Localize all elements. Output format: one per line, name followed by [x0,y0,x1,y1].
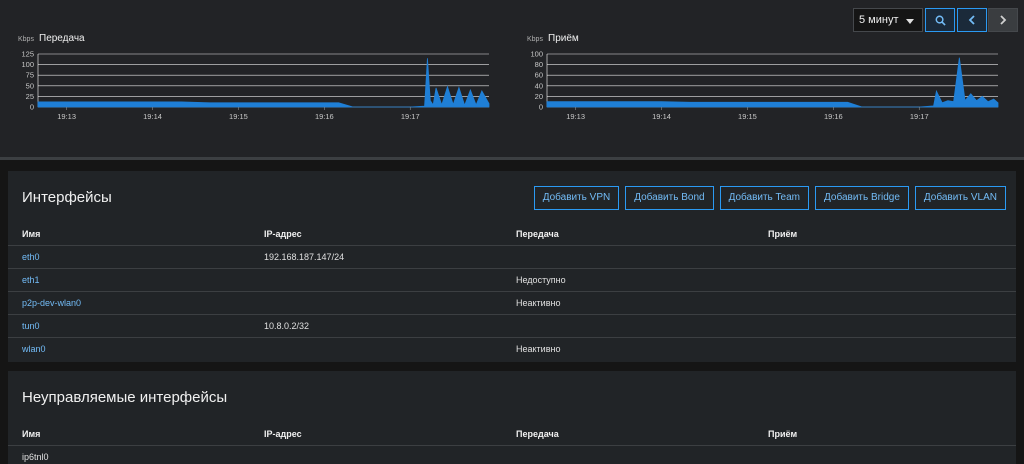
tx-chart: 125100 7550 25 0 19:13 19:14 19:15 19:16 19:17 [21,50,490,121]
x-tick-label: 19:13 [57,112,76,121]
x-tick-label: 19:15 [738,112,757,121]
caret-down-icon [906,19,914,24]
y-tick-label: 50 [26,81,34,90]
x-tick-label: 19:16 [824,112,843,121]
table-row[interactable]: eth0 192.168.187.147/24 [8,245,1016,268]
chevron-right-icon [1000,15,1007,25]
series-area [546,57,999,108]
y-tick-label: 100 [530,50,543,59]
rx-chart-title: Приём [548,33,579,44]
x-tick-label: 19:14 [143,112,162,121]
column-header-name[interactable]: Имя [22,429,40,439]
y-tick-label: 20 [535,92,543,101]
add-vpn-button[interactable]: Добавить VPN [533,186,620,210]
rx-chart: 10080 6040 20 0 19:13 19:14 19:15 19:16 19:17 [530,50,999,121]
table-row[interactable]: p2p-dev-wlan0 Неактивно [8,291,1016,314]
next-period-button[interactable] [988,8,1018,32]
interfaces-title: Интерфейсы [22,189,112,206]
tx-chart-title: Передача [39,33,85,44]
y-tick-label: 25 [26,92,34,101]
unmanaged-interfaces-title: Неуправляемые интерфейсы [22,389,228,406]
zoom-button[interactable] [925,8,955,32]
interfaces-actions: Добавить VPN Добавить Bond Добавить Team… [533,186,1006,210]
interface-ip: 10.8.0.2/32 [264,321,310,331]
interface-tx: Неактивно [516,298,561,308]
chevron-left-icon [968,15,975,25]
x-tick-label: 19:15 [229,112,248,121]
period-select[interactable]: 5 минут [853,8,923,32]
add-bridge-button[interactable]: Добавить Bridge [815,186,909,210]
x-tick-label: 19:14 [652,112,671,121]
interface-tx: Недоступно [516,275,566,285]
add-team-button[interactable]: Добавить Team [719,186,809,210]
interface-name-link[interactable]: p2p-dev-wlan0 [22,298,81,308]
table-row[interactable]: wlan0 Неактивно [8,337,1016,360]
interface-tx: Неактивно [516,344,561,354]
column-header-ip[interactable]: IP-адрес [264,429,302,439]
interface-ip: 192.168.187.147/24 [264,252,345,262]
previous-period-button[interactable] [957,8,987,32]
add-bond-button[interactable]: Добавить Bond [625,186,714,210]
x-tick-label: 19:16 [315,112,334,121]
interface-name-link[interactable]: eth1 [22,275,40,285]
x-tick-label: 19:17 [401,112,420,121]
column-header-tx[interactable]: Передача [516,229,559,239]
series-area [37,58,490,108]
interface-name-link[interactable]: wlan0 [22,344,46,354]
y-tick-label: 60 [535,71,543,80]
column-header-tx[interactable]: Передача [516,429,559,439]
column-header-name[interactable]: Имя [22,229,40,239]
y-tick-label: 40 [535,81,543,90]
add-vlan-button[interactable]: Добавить VLAN [914,186,1006,210]
table-row[interactable]: tun0 10.8.0.2/32 [8,314,1016,337]
rx-chart-unit: Kbps [527,36,543,43]
interface-name-link[interactable]: eth0 [22,252,40,262]
interface-name-link[interactable]: tun0 [22,321,40,331]
y-tick-label: 80 [535,60,543,69]
x-tick-label: 19:13 [566,112,585,121]
table-row[interactable]: eth1 Недоступно [8,268,1016,291]
x-tick-label: 19:17 [910,112,929,121]
y-tick-label: 125 [21,50,34,59]
magnifier-icon [935,15,946,26]
period-select-value: 5 минут [859,14,899,26]
y-tick-label: 100 [21,60,34,69]
y-tick-label: 0 [539,103,543,112]
y-tick-label: 0 [30,103,34,112]
interface-name: ip6tnl0 [22,452,49,462]
column-header-rx[interactable]: Приём [768,229,797,239]
table-row[interactable]: ip6tnl0 [8,445,1016,464]
column-header-rx[interactable]: Приём [768,429,797,439]
column-header-ip[interactable]: IP-адрес [264,229,302,239]
tx-chart-unit: Kbps [18,36,34,43]
y-tick-label: 75 [26,71,34,80]
section-divider [0,157,1024,160]
